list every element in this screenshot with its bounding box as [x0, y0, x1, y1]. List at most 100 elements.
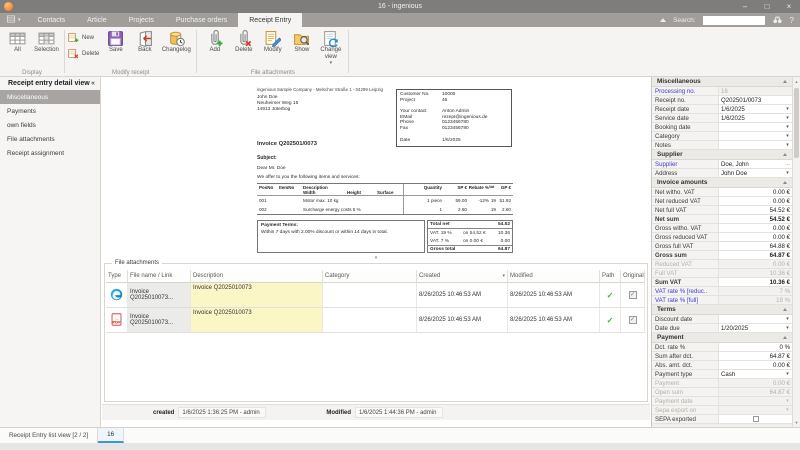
field-value-dct-rate[interactable]: 0 %: [719, 343, 792, 351]
field-value-receipt-date[interactable]: 1/6/2025: [719, 105, 783, 113]
field-label-processing-no[interactable]: Processing no.: [655, 87, 719, 95]
panel-section-supplier[interactable]: Supplier: [652, 150, 792, 160]
dropdown-arrow-icon[interactable]: ▾: [783, 114, 792, 122]
original-checkbox[interactable]: ✓: [629, 316, 637, 324]
menu-tab-purchase-orders[interactable]: Purchase orders: [165, 13, 238, 27]
attachments-column-type[interactable]: Type: [106, 270, 128, 283]
ribbon-delete-button[interactable]: Delete: [229, 28, 258, 54]
field-value-date-due[interactable]: 1/20/2025: [719, 324, 783, 332]
attachment-category[interactable]: [323, 308, 417, 333]
app-menu-button[interactable]: ▾: [0, 13, 27, 27]
field-label-supplier[interactable]: Supplier: [655, 160, 719, 168]
minimize-button[interactable]: –: [734, 0, 756, 13]
sidebar-item-own-fields[interactable]: own fields: [0, 118, 100, 132]
field-label-vat-rate-reduc[interactable]: VAT rate % [reduc..: [655, 287, 719, 295]
field-value-gross-sum[interactable]: 64.87 €: [719, 251, 792, 259]
scroll-up-icon[interactable]: ▴: [793, 77, 800, 86]
attachment-file-name[interactable]: Invoice Q2025010073...: [128, 308, 191, 333]
binoculars-search-icon[interactable]: [772, 14, 783, 27]
vertical-scrollbar[interactable]: ▴ ▾: [792, 77, 800, 427]
help-icon[interactable]: ?: [790, 16, 794, 25]
attachments-column-modified[interactable]: Modified: [508, 270, 600, 283]
field-value-supplier[interactable]: Doe, John: [719, 160, 783, 168]
lookup-ellipsis-button[interactable]: …: [783, 160, 792, 168]
attachments-column-file-name-link[interactable]: File name / Link: [128, 270, 191, 283]
ribbon-save-button[interactable]: Save: [101, 28, 130, 54]
original-checkbox[interactable]: ✓: [629, 291, 637, 299]
dropdown-arrow-icon[interactable]: ▾: [783, 406, 792, 414]
collapse-section-icon[interactable]: [783, 308, 787, 311]
field-value-gross-witho-vat[interactable]: 0.00 €: [719, 224, 792, 232]
panel-section-miscellaneous[interactable]: Miscellaneous: [652, 77, 792, 87]
field-value-net-witho-vat[interactable]: 0.00 €: [719, 188, 792, 196]
attachment-file-name[interactable]: Invoice Q2025010073...: [128, 283, 191, 308]
field-value-booking-date[interactable]: [719, 123, 783, 131]
collapse-section-icon[interactable]: [783, 336, 787, 339]
dropdown-arrow-icon[interactable]: ▾: [783, 324, 792, 332]
collapse-section-icon[interactable]: [783, 80, 787, 83]
ribbon-new-button[interactable]: New: [68, 32, 99, 43]
ribbon-selection-button[interactable]: Selection: [32, 28, 61, 54]
field-value-sepa-exported[interactable]: [719, 415, 792, 423]
sidebar-item-payments[interactable]: Payments: [0, 104, 100, 118]
attachments-column-original[interactable]: Original: [621, 270, 645, 283]
dropdown-arrow-icon[interactable]: ▾: [783, 105, 792, 113]
field-value-abs-amt-dct[interactable]: 0.00 €: [719, 361, 792, 369]
field-value-net-reduced-vat[interactable]: 0.00 €: [719, 197, 792, 205]
attachment-category[interactable]: [323, 283, 417, 308]
menu-tab-article[interactable]: Article: [76, 13, 117, 27]
collapse-ribbon-icon[interactable]: [660, 18, 666, 22]
dropdown-arrow-icon[interactable]: ▾: [783, 123, 792, 131]
panel-section-invoice-amounts[interactable]: Invoice amounts: [652, 178, 792, 188]
field-value-notes[interactable]: [719, 141, 783, 149]
attachments-column-category[interactable]: Category: [323, 270, 417, 283]
view-tab-16[interactable]: 16: [98, 428, 124, 443]
dropdown-arrow-icon[interactable]: ▾: [783, 315, 792, 323]
field-value-payment-type[interactable]: Cash: [719, 370, 783, 378]
ribbon-all-button[interactable]: All: [3, 28, 32, 54]
ribbon-back-button[interactable]: Back: [130, 28, 159, 54]
collapse-section-icon[interactable]: [783, 153, 787, 156]
field-value-category[interactable]: [719, 132, 783, 140]
sidebar-item-miscellaneous[interactable]: Miscellaneous: [0, 90, 100, 104]
field-value-address[interactable]: John Doe: [719, 169, 783, 177]
ribbon-change-view-button[interactable]: Change view▾: [316, 28, 345, 67]
dropdown-arrow-icon[interactable]: ▾: [783, 169, 792, 177]
menu-tab-contacts[interactable]: Contacts: [27, 13, 77, 27]
field-label-vat-rate-full[interactable]: VAT rate % [full]: [655, 296, 719, 304]
dropdown-arrow-icon[interactable]: ▾: [783, 370, 792, 378]
field-value-gross-full-vat[interactable]: 64.88 €: [719, 242, 792, 250]
field-value-service-date[interactable]: 1/6/2025: [719, 114, 783, 122]
ribbon-modify-button[interactable]: Modify: [258, 28, 287, 54]
scrollbar-thumb[interactable]: [794, 88, 799, 158]
dropdown-arrow-icon[interactable]: ▾: [783, 141, 792, 149]
attachments-column-created[interactable]: Created▾: [417, 270, 508, 283]
maximize-button[interactable]: □: [756, 0, 778, 13]
panel-section-payment[interactable]: Payment: [652, 333, 792, 343]
field-value-receipt-no[interactable]: Q202501/0073: [719, 96, 792, 104]
menu-tab-receipt-entry[interactable]: Receipt Entry: [238, 13, 302, 27]
field-value-net-sum[interactable]: 54.52 €: [719, 215, 792, 223]
attachments-column-path[interactable]: Path: [600, 270, 621, 283]
field-value-net-full-vat[interactable]: 54.52 €: [719, 206, 792, 214]
search-input[interactable]: [703, 16, 765, 25]
close-button[interactable]: ×: [778, 0, 800, 13]
scroll-down-icon[interactable]: ▾: [793, 418, 800, 427]
ribbon-add-button[interactable]: Add: [200, 28, 229, 54]
attachments-column-description[interactable]: Description: [191, 270, 323, 283]
field-value-sum-vat[interactable]: 10.36 €: [719, 278, 792, 286]
sidebar-collapse-icon[interactable]: «: [91, 80, 95, 87]
panel-section-terms[interactable]: Terms: [652, 305, 792, 315]
dropdown-arrow-icon[interactable]: ▾: [783, 397, 792, 405]
attachment-description[interactable]: Invoice Q2025010073: [191, 308, 323, 333]
ribbon-delete-button[interactable]: Delete: [68, 48, 99, 59]
ribbon-show-button[interactable]: Show: [287, 28, 316, 54]
splitter-handle[interactable]: ▾: [102, 255, 650, 261]
field-value-gross-reduced-vat[interactable]: 0.00 €: [719, 233, 792, 241]
collapse-section-icon[interactable]: [783, 181, 787, 184]
dropdown-arrow-icon[interactable]: ▾: [783, 132, 792, 140]
field-value-sum-after-dct[interactable]: 64.87 €: [719, 352, 792, 360]
field-value-discount-date[interactable]: [719, 315, 783, 323]
sidebar-item-file-attachments[interactable]: File attachments: [0, 132, 100, 146]
menu-tab-projects[interactable]: Projects: [118, 13, 165, 27]
